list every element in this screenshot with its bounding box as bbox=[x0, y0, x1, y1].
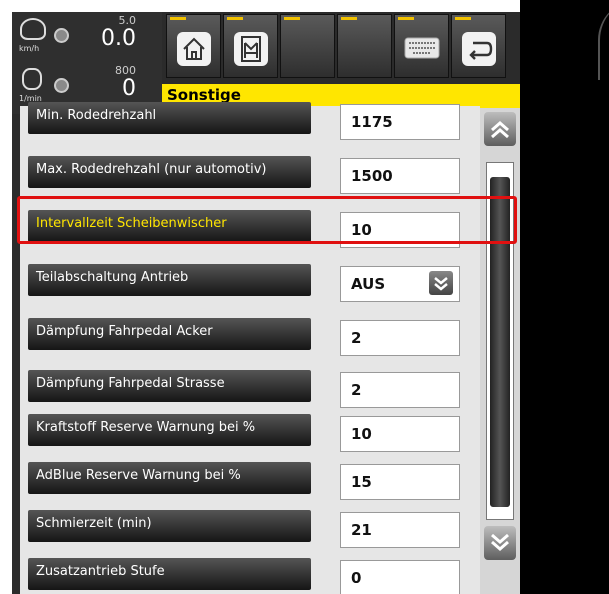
setting-value-field[interactable]: 15 bbox=[340, 464, 460, 500]
speed-gauge: km/h 5.0 0.0 bbox=[12, 12, 162, 60]
settings-row: Max. Rodedrehzahl (nur automotiv) 1500 bbox=[20, 150, 480, 204]
setting-label-button[interactable]: Teilabschaltung Antrieb bbox=[28, 264, 311, 296]
setting-value-field[interactable]: 10 bbox=[340, 416, 460, 452]
settings-row: Schmierzeit (min) 21 bbox=[20, 504, 480, 558]
speed-indicator-dot bbox=[54, 28, 69, 43]
scroll-down-button[interactable] bbox=[484, 526, 516, 560]
back-button[interactable] bbox=[451, 14, 506, 78]
rpm-indicator-dot bbox=[54, 78, 69, 93]
chevron-down-icon[interactable] bbox=[429, 271, 453, 295]
setting-label-button[interactable]: Dämpfung Fahrpedal Acker bbox=[28, 318, 311, 350]
settings-row: Kraftstoff Reserve Warnung bei % 10 bbox=[20, 408, 480, 462]
keyboard-icon bbox=[404, 37, 440, 59]
settings-row: Min. Rodedrehzahl 1175 bbox=[20, 96, 480, 150]
speedometer-icon bbox=[20, 18, 46, 40]
setting-value-field[interactable]: 2 bbox=[340, 372, 460, 408]
terminal-screen: km/h 5.0 0.0 1/min 800 0 Sonstige Min. R… bbox=[12, 12, 520, 594]
scroll-up-button[interactable] bbox=[484, 112, 516, 146]
setting-value-field[interactable]: 21 bbox=[340, 512, 460, 548]
setting-value-field[interactable]: 1175 bbox=[340, 104, 460, 140]
settings-row: Teilabschaltung Antrieb AUS bbox=[20, 258, 480, 312]
menu-icon bbox=[234, 32, 268, 66]
toolbar-slot-4[interactable] bbox=[337, 14, 392, 78]
setting-label-button[interactable]: Intervallzeit Scheibenwischer bbox=[28, 210, 311, 242]
engine-icon bbox=[22, 68, 42, 90]
toolbar-slot-3[interactable] bbox=[280, 14, 335, 78]
home-icon bbox=[177, 32, 211, 66]
toolbar bbox=[162, 12, 520, 82]
setting-label-button[interactable]: Min. Rodedrehzahl bbox=[28, 102, 311, 134]
setting-value-field[interactable]: 10 bbox=[340, 212, 460, 248]
menu-button[interactable] bbox=[223, 14, 278, 78]
setting-label-button[interactable]: Max. Rodedrehzahl (nur automotiv) bbox=[28, 156, 311, 188]
setting-value-field[interactable]: 0 bbox=[340, 560, 460, 594]
settings-list: Min. Rodedrehzahl 1175 Max. Rodedrehzahl… bbox=[20, 102, 480, 594]
setting-label-button[interactable]: Kraftstoff Reserve Warnung bei % bbox=[28, 414, 311, 446]
setting-dropdown[interactable]: AUS bbox=[340, 266, 460, 302]
keyboard-button[interactable] bbox=[394, 14, 449, 78]
setting-label-button[interactable]: Dämpfung Fahrpedal Strasse bbox=[28, 370, 311, 402]
setting-label-button[interactable]: AdBlue Reserve Warnung bei % bbox=[28, 462, 311, 494]
scroll-track[interactable] bbox=[486, 162, 514, 520]
settings-row-selected: Intervallzeit Scheibenwischer 10 bbox=[20, 204, 480, 258]
back-icon bbox=[462, 32, 496, 66]
chevron-down-icon bbox=[491, 533, 509, 551]
setting-value-field[interactable]: 2 bbox=[340, 320, 460, 356]
home-button[interactable] bbox=[166, 14, 221, 78]
setting-label-button[interactable]: Schmierzeit (min) bbox=[28, 510, 311, 542]
right-bezel bbox=[520, 0, 609, 594]
settings-row: Dämpfung Fahrpedal Acker 2 bbox=[20, 312, 480, 366]
settings-row: Zusatzantrieb Stufe 0 bbox=[20, 552, 480, 594]
scrollbar bbox=[480, 108, 520, 594]
settings-row: AdBlue Reserve Warnung bei % 15 bbox=[20, 456, 480, 510]
setting-value-field[interactable]: 1500 bbox=[340, 158, 460, 194]
scroll-thumb[interactable] bbox=[490, 177, 510, 507]
speed-unit: km/h bbox=[19, 44, 40, 53]
chevron-up-icon bbox=[491, 121, 509, 139]
setting-dropdown-value: AUS bbox=[351, 275, 386, 293]
setting-label-button[interactable]: Zusatzantrieb Stufe bbox=[28, 558, 311, 590]
speed-value: 0.0 bbox=[101, 26, 136, 51]
